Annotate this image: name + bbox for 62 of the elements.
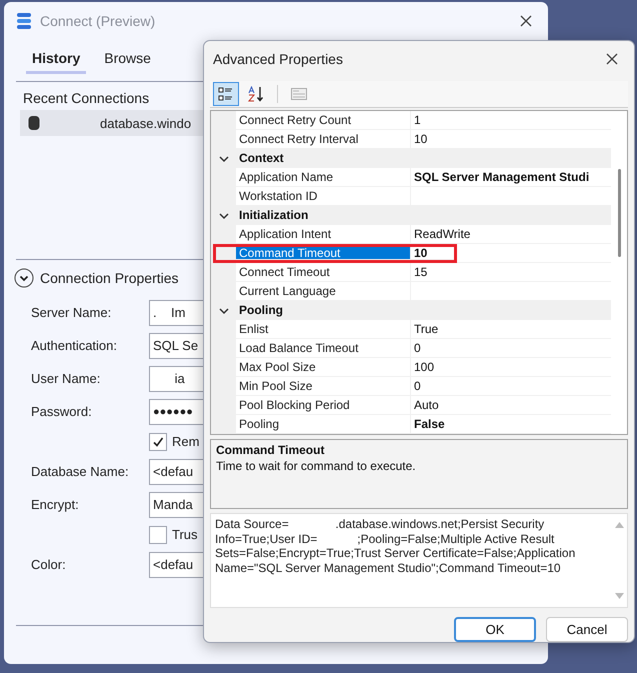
scroll-thumb[interactable] (618, 169, 620, 257)
property-value[interactable]: Auto (411, 396, 611, 415)
categorized-icon (218, 86, 234, 102)
checkbox-label: Trus (172, 527, 198, 542)
connection-string: Data Source= .database.windows.net;Persist Security Info=True;User ID= ;Pooling=False;Multiple Active Result Sets=False;Encrypt=True;Trust Server Certificate=False;Application Name="SQL Server Management Studio";Command Timeout=10 (214, 516, 576, 576)
property-value[interactable]: SQL Server Management Studi (411, 168, 611, 187)
sort-icon (247, 86, 265, 102)
chevron-icon[interactable] (218, 306, 228, 314)
collapse-icon[interactable] (14, 268, 34, 288)
close-icon[interactable] (520, 15, 532, 27)
property-name[interactable]: Max Pool Size (236, 358, 411, 377)
field-label: Authentication: (31, 338, 118, 353)
field-label: User Name: (31, 371, 102, 386)
property-value[interactable]: False (411, 415, 611, 434)
description-text: Time to wait for command to execute. (216, 459, 417, 473)
connection-name: database.windo (100, 116, 192, 130)
property-name[interactable]: Load Balance Timeout (236, 339, 411, 358)
property-value[interactable]: ReadWrite (411, 225, 611, 244)
database-icon (28, 115, 40, 131)
property-name[interactable]: Connect Retry Count (236, 111, 411, 130)
property-value[interactable]: 100 (411, 358, 611, 377)
checkbox[interactable] (149, 432, 167, 450)
section-heading: Recent Connections (23, 90, 150, 106)
property-value[interactable]: 0 (411, 339, 611, 358)
chevron-icon[interactable] (218, 212, 228, 220)
category-label[interactable]: Initialization (236, 206, 308, 225)
field-label: Server Name: (31, 305, 112, 320)
app-logo-icon (16, 12, 32, 30)
property-value[interactable]: 1 (411, 111, 611, 130)
toolbar-button[interactable] (213, 82, 239, 106)
category-label[interactable]: Pooling (236, 301, 283, 320)
window-title: Connect (Preview) (40, 13, 156, 29)
tab[interactable]: Browse (98, 44, 157, 74)
check-icon (152, 436, 164, 448)
property-name[interactable]: Application Name (236, 168, 411, 187)
field-label: Password: (31, 404, 93, 419)
property-name[interactable]: Pool Blocking Period (236, 396, 411, 415)
property-value[interactable]: 10 (411, 247, 454, 260)
checkbox-label: Rem (172, 434, 200, 449)
property-value[interactable]: 0 (411, 377, 611, 396)
ok-button[interactable]: OK (454, 617, 536, 642)
property-name[interactable]: Pooling (236, 415, 411, 434)
property-name[interactable]: Enlist (236, 320, 411, 339)
field-label: Encrypt: (31, 497, 80, 512)
chevron-icon[interactable] (218, 154, 228, 162)
tab[interactable]: History (26, 44, 86, 74)
field-label: Database Name: (31, 464, 130, 479)
checkbox[interactable] (149, 526, 167, 544)
dialog-title: Advanced Properties (213, 51, 344, 67)
field-label: Color: (31, 557, 67, 572)
property-name[interactable]: Command Timeout (236, 247, 411, 260)
property-value[interactable]: 15 (411, 263, 611, 282)
property-name[interactable]: Min Pool Size (236, 377, 411, 396)
property-value[interactable]: True (411, 320, 611, 339)
category-label[interactable]: Context (236, 149, 284, 168)
property-name[interactable]: Connect Timeout (236, 263, 411, 282)
section-heading: Connection Properties (40, 270, 179, 286)
cancel-button[interactable]: Cancel (546, 617, 628, 642)
description-title: Command Timeout (216, 443, 326, 457)
property-pages-icon (290, 86, 308, 102)
close-icon[interactable] (606, 53, 618, 65)
property-name[interactable]: Application Intent (236, 225, 411, 244)
